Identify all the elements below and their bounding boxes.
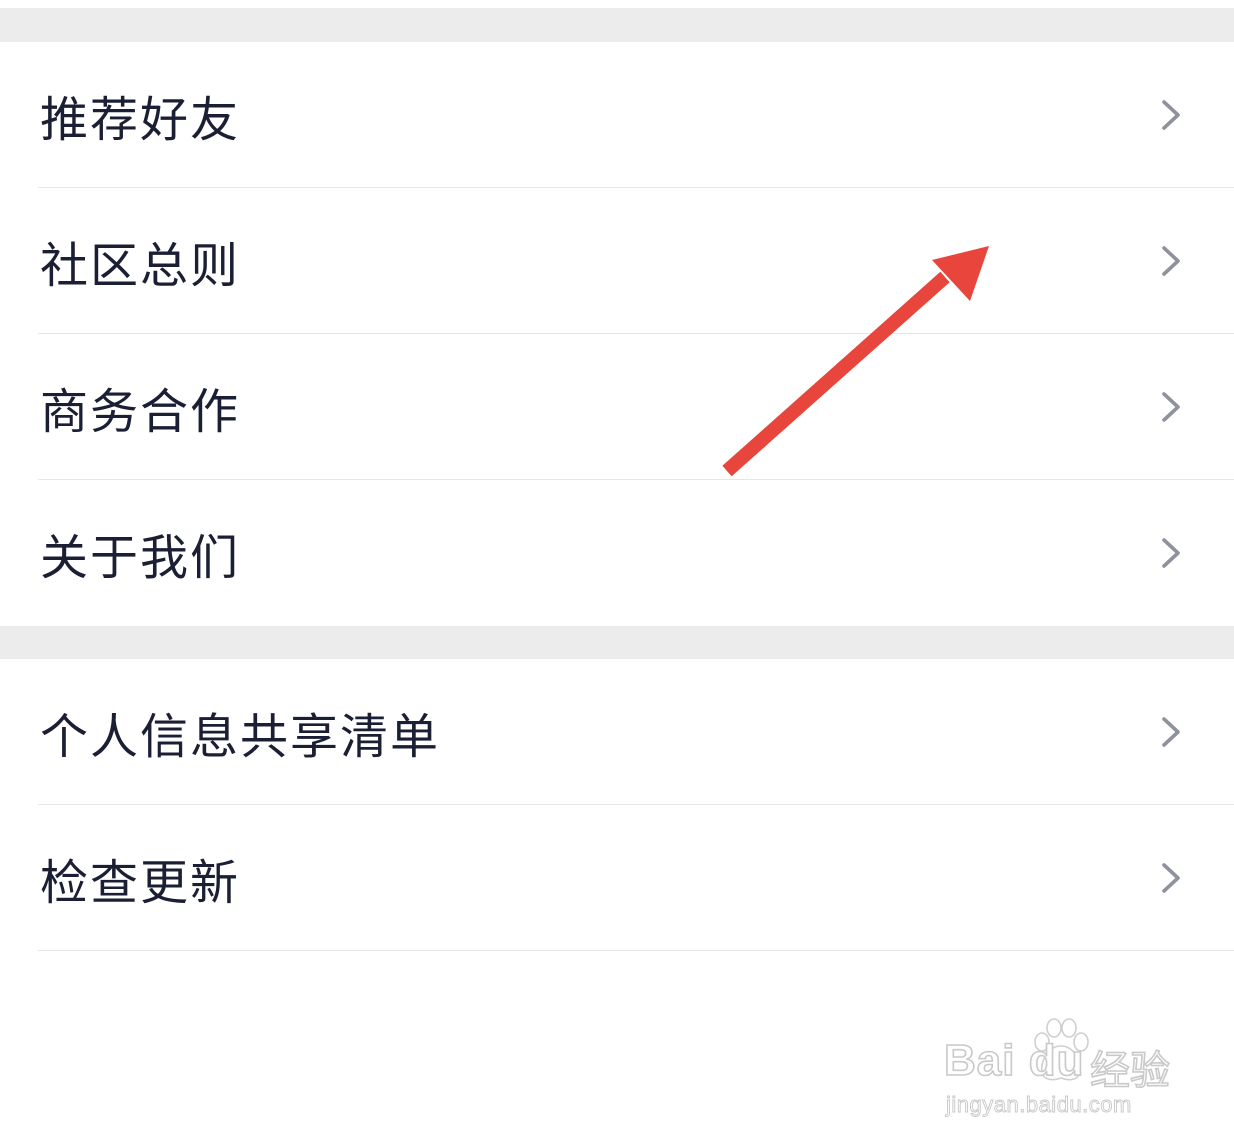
menu-item-label: 商务合作 [40, 384, 241, 440]
chevron-right-icon [1162, 863, 1180, 893]
chevron-right-icon [1162, 100, 1180, 130]
watermark-brand: Bai du [943, 1035, 1085, 1086]
chevron-right-icon [1162, 717, 1180, 747]
section-gap [0, 626, 1234, 659]
menu-item-label: 社区总则 [40, 238, 241, 294]
section-gap [0, 8, 1234, 42]
chevron-right-icon [1162, 392, 1180, 422]
menu-item-label: 推荐好友 [40, 92, 241, 148]
menu-item-about-us[interactable]: 关于我们 [0, 480, 1234, 626]
settings-group-1: 推荐好友 社区总则 商务合作 关于我们 [0, 42, 1234, 626]
watermark-url: jingyan.baidu.com [946, 1092, 1132, 1118]
menu-item-label: 检查更新 [40, 855, 241, 911]
menu-item-label: 关于我们 [40, 530, 241, 586]
menu-item-personal-info-sharing-list[interactable]: 个人信息共享清单 [0, 659, 1234, 805]
top-strip [0, 0, 1234, 8]
menu-item-check-update[interactable]: 检查更新 [0, 805, 1234, 951]
settings-group-2: 个人信息共享清单 检查更新 [0, 659, 1234, 951]
chevron-right-icon [1162, 538, 1180, 568]
chevron-right-icon [1162, 246, 1180, 276]
menu-item-business-cooperation[interactable]: 商务合作 [0, 334, 1234, 480]
menu-item-community-guidelines[interactable]: 社区总则 [0, 188, 1234, 334]
watermark-product: 经验 [1089, 1047, 1171, 1095]
menu-item-label: 个人信息共享清单 [40, 709, 441, 765]
divider [38, 950, 1234, 951]
menu-item-recommend-friends[interactable]: 推荐好友 [0, 42, 1234, 188]
baidu-watermark: Bai du 经验 jingyan.baidu.com [943, 1010, 1184, 1130]
